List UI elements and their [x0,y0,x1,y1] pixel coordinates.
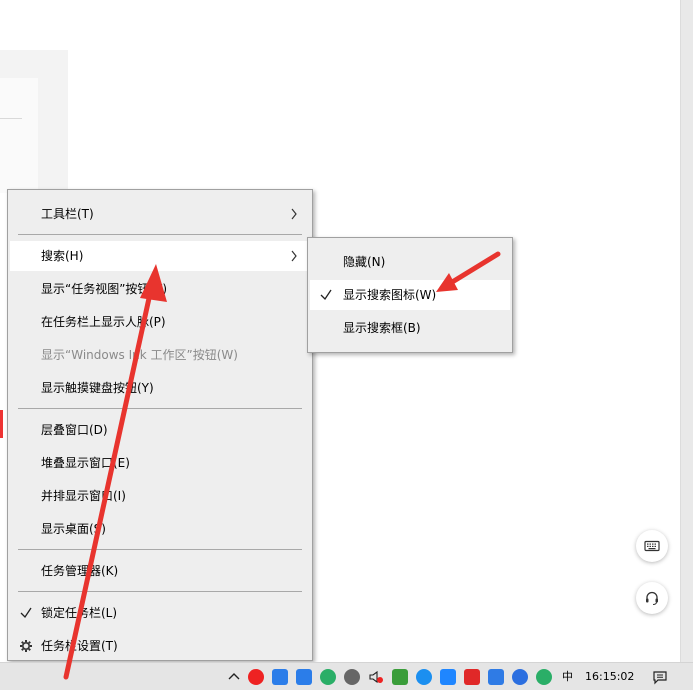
feishu-icon[interactable] [440,669,456,685]
menu-item-taskbar-settings[interactable]: 任务栏设置(T) [10,631,310,661]
app-123-icon[interactable] [488,669,504,685]
chevron-right-icon [291,208,297,220]
wechat-icon[interactable] [320,669,336,685]
chevron-up-icon[interactable] [226,669,242,685]
wechat-icon-2[interactable] [536,669,552,685]
menu-item-stack-windows[interactable]: 堆叠显示窗口(E) [10,448,310,478]
headset-icon [646,591,658,606]
menu-item-label: 显示搜索图标(W) [343,288,437,302]
menu-item-toolbars[interactable]: 工具栏(T) [10,199,310,229]
menu-item-label: 任务管理器(K) [41,564,119,578]
menu-item-label: 显示搜索框(B) [343,321,421,335]
gear-icon [20,640,32,652]
menu-item-label: 任务栏设置(T) [41,639,118,653]
clock[interactable]: 16:15:02 [585,663,634,690]
menu-item-lock-taskbar[interactable]: 锁定任务栏(L) [10,598,310,628]
app-x-blue-icon-2[interactable] [296,669,312,685]
menu-item-task-view[interactable]: 显示“任务视图”按钮(V) [10,274,310,304]
background-inner-panel [0,78,38,193]
menu-item-touch-keyboard[interactable]: 显示触摸键盘按钮(Y) [10,373,310,403]
search-submenu: 隐藏(N) 显示搜索图标(W) 显示搜索框(B) [307,237,513,353]
menu-separator [18,234,302,235]
menu-item-cascade-windows[interactable]: 层叠窗口(D) [10,415,310,445]
menu-separator [18,591,302,592]
menu-separator [18,408,302,409]
keyboard-float-button[interactable] [636,530,668,562]
menu-item-label: 显示“Windows Ink 工作区”按钮(W) [41,348,238,362]
submenu-item-hide[interactable]: 隐藏(N) [310,247,510,277]
submenu-item-show-search-icon[interactable]: 显示搜索图标(W) [310,280,510,310]
taskbar-context-menu: 工具栏(T) 搜索(H) 显示“任务视图”按钮(V) 在任务栏上显示人脉(P) … [7,189,313,661]
menu-item-label: 显示桌面(S) [41,522,106,536]
menu-item-label: 工具栏(T) [41,207,94,221]
cloud-drive-icon[interactable] [512,669,528,685]
menu-item-windows-ink: 显示“Windows Ink 工作区”按钮(W) [10,340,310,370]
support-float-button[interactable] [636,582,668,614]
menu-item-label: 堆叠显示窗口(E) [41,456,130,470]
menu-item-show-desktop[interactable]: 显示桌面(S) [10,514,310,544]
action-center-icon[interactable] [652,669,668,685]
menu-item-label: 锁定任务栏(L) [41,606,118,620]
app-x-blue-icon[interactable] [272,669,288,685]
menu-item-side-by-side[interactable]: 并排显示窗口(I) [10,481,310,511]
menu-separator [18,549,302,550]
menu-item-label: 搜索(H) [41,249,84,263]
menu-item-label: 在任务栏上显示人脉(P) [41,315,166,329]
background-divider [0,118,22,119]
network-app-icon[interactable] [392,669,408,685]
menu-item-label: 隐藏(N) [343,255,386,269]
keyboard-icon [644,540,660,552]
orange-app-icon[interactable] [416,669,432,685]
speaker-muted-icon[interactable] [368,669,384,685]
red-app-icon[interactable] [464,669,480,685]
checkmark-icon [320,289,332,301]
menu-item-label: 显示“任务视图”按钮(V) [41,282,168,296]
ime-indicator[interactable]: 中 [562,663,573,690]
submenu-item-show-search-box[interactable]: 显示搜索框(B) [310,313,510,343]
netease-music-icon[interactable] [248,669,264,685]
checkmark-icon [20,607,32,619]
menu-item-label: 显示触摸键盘按钮(Y) [41,381,154,395]
globe-icon[interactable] [344,669,360,685]
menu-item-search[interactable]: 搜索(H) [10,241,310,271]
right-edge-strip [680,0,693,690]
menu-item-label: 并排显示窗口(I) [41,489,126,503]
background-red-marker [0,410,3,438]
chevron-right-icon [291,250,297,262]
menu-item-task-manager[interactable]: 任务管理器(K) [10,556,310,586]
taskbar: 中 16:15:02 [0,662,693,690]
menu-item-label: 层叠窗口(D) [41,423,108,437]
menu-item-show-people[interactable]: 在任务栏上显示人脉(P) [10,307,310,337]
